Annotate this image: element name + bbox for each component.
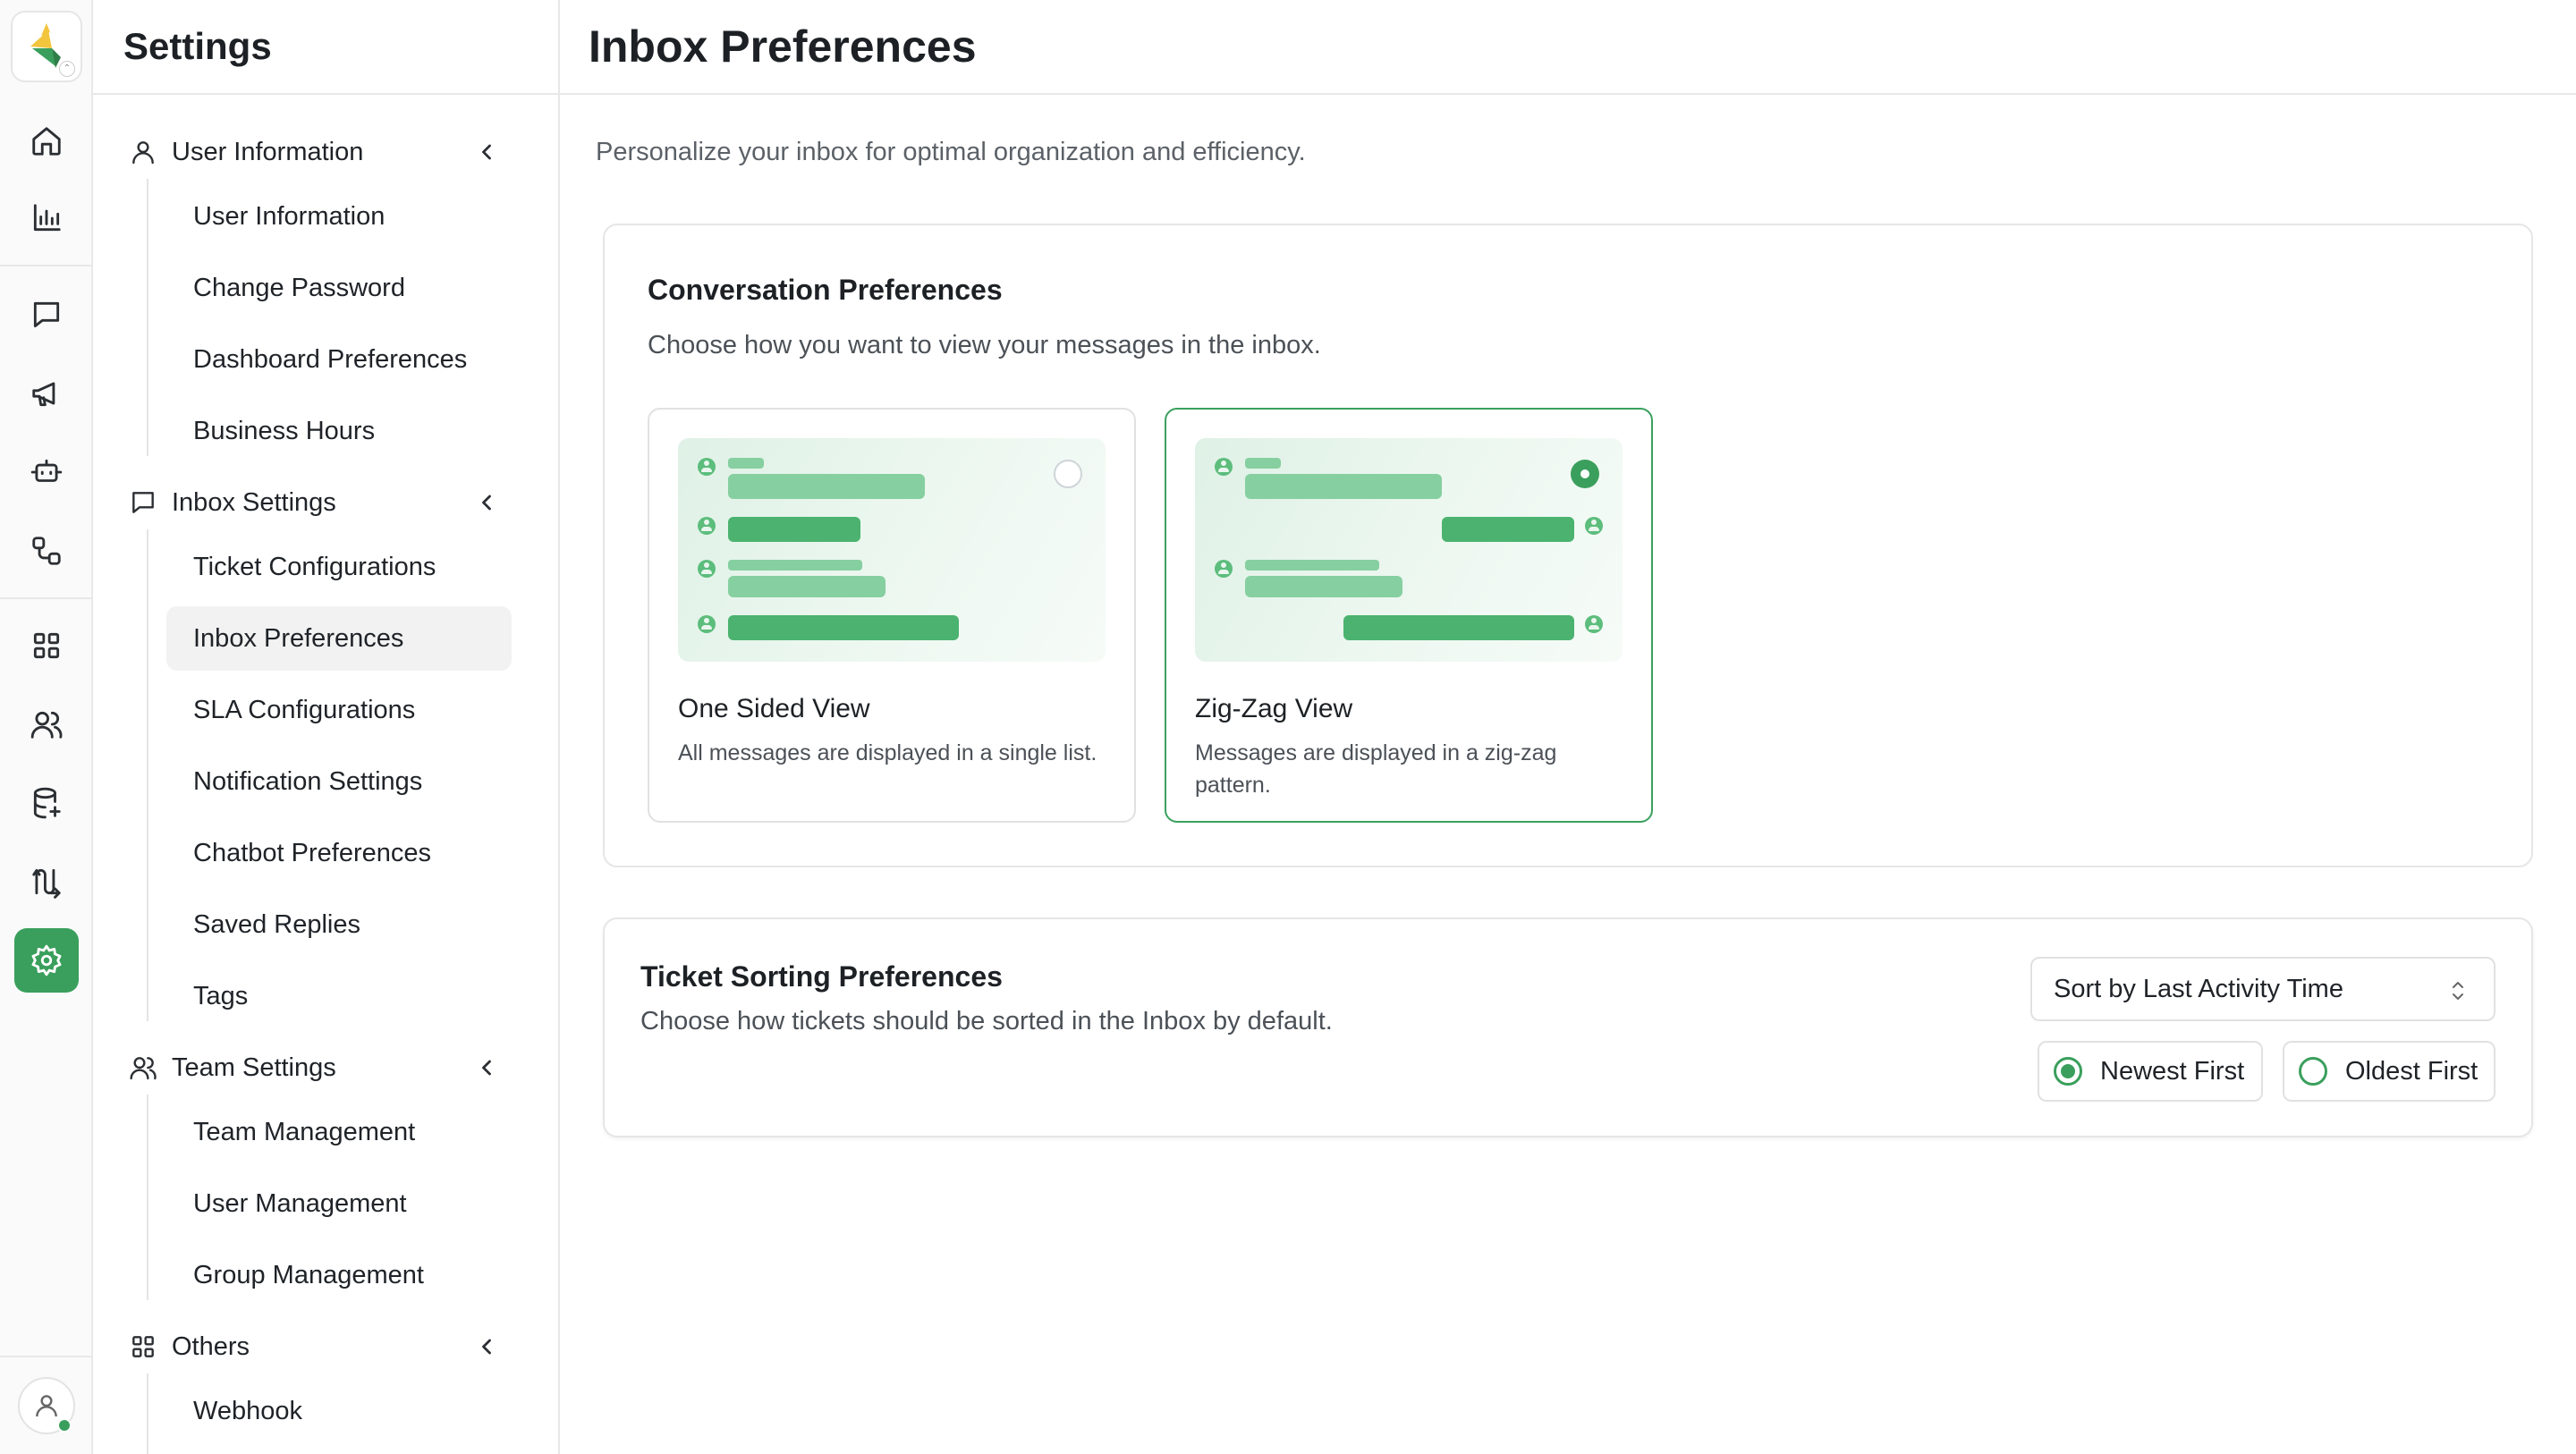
megaphone-icon bbox=[32, 382, 55, 407]
option-description: Messages are displayed in a zig-zag patt… bbox=[1195, 740, 1557, 798]
sidebar-group-label: Others bbox=[172, 1331, 250, 1361]
grid-icon bbox=[132, 1336, 154, 1357]
rail-home-button[interactable] bbox=[14, 109, 79, 173]
chevron-left-icon bbox=[482, 144, 491, 160]
radio-indicator-unchecked bbox=[2299, 1057, 2327, 1086]
sidebar-item-inbox-preferences[interactable]: Inbox Preferences bbox=[166, 606, 512, 671]
rail-campaigns-button[interactable] bbox=[14, 361, 79, 426]
sidebar-item-saved-replies[interactable]: Saved Replies bbox=[166, 892, 512, 957]
avatar-icon bbox=[1585, 517, 1603, 535]
option-title: One Sided View bbox=[678, 694, 870, 723]
main-content: Inbox Preferences Personalize your inbox… bbox=[560, 0, 2576, 1454]
avatar-icon bbox=[698, 615, 716, 633]
sidebar-item-group-management[interactable]: Group Management bbox=[166, 1243, 512, 1307]
sidebar-item-user-information[interactable]: User Information bbox=[166, 184, 512, 249]
sidebar-item-change-password[interactable]: Change Password bbox=[166, 256, 512, 320]
rail-routing-button[interactable] bbox=[14, 850, 79, 914]
avatar-icon bbox=[1585, 615, 1603, 633]
sidebar-item-chatbot-preferences[interactable]: Chatbot Preferences bbox=[166, 821, 512, 885]
user-icon bbox=[132, 141, 154, 165]
online-status-dot bbox=[57, 1418, 72, 1433]
rail-workflows-button[interactable] bbox=[14, 519, 79, 583]
avatar-icon bbox=[1215, 458, 1233, 476]
avatar-icon bbox=[1215, 560, 1233, 578]
conversation-preferences-card: Conversation Preferences Choose how you … bbox=[603, 224, 2533, 867]
workflow-icon bbox=[32, 537, 61, 565]
rail-settings-button[interactable] bbox=[14, 928, 79, 993]
rail-contacts-button[interactable] bbox=[14, 692, 79, 757]
users-icon bbox=[30, 711, 63, 739]
oldest-first-label: Oldest First bbox=[2345, 1056, 2479, 1086]
message-icon bbox=[33, 301, 60, 328]
newest-first-label: Newest First bbox=[2100, 1056, 2245, 1086]
conversation-preferences-title: Conversation Preferences bbox=[648, 274, 1003, 306]
users-icon bbox=[130, 1057, 157, 1080]
bar-chart-icon bbox=[33, 204, 61, 232]
zig-zag-radio[interactable] bbox=[1571, 460, 1599, 488]
page-subtitle: Personalize your inbox for optimal organ… bbox=[596, 138, 1306, 166]
sidebar-item-business-hours[interactable]: Business Hours bbox=[166, 399, 512, 463]
sidebar-item-webhook[interactable]: Webhook bbox=[166, 1379, 512, 1443]
page-title: Inbox Preferences bbox=[589, 21, 977, 72]
sidebar-item-sla-configurations[interactable]: SLA Configurations bbox=[166, 678, 512, 742]
sidebar-item-tags[interactable]: Tags bbox=[166, 964, 512, 1028]
sidebar-item-ticket-configurations[interactable]: Ticket Configurations bbox=[166, 535, 512, 599]
rail-bots-button[interactable] bbox=[14, 440, 79, 504]
one-sided-preview bbox=[678, 438, 1106, 662]
conversation-preferences-subtitle: Choose how you want to view your message… bbox=[648, 331, 1321, 359]
icon-rail: ⌃ bbox=[0, 0, 93, 1454]
sidebar-item-dashboard-preferences[interactable]: Dashboard Preferences bbox=[166, 327, 512, 392]
rail-data-button[interactable] bbox=[14, 771, 79, 835]
sidebar-group-label: User Information bbox=[172, 137, 364, 166]
option-description: All messages are displayed in a single l… bbox=[678, 740, 1097, 765]
ticket-sorting-subtitle: Choose how tickets should be sorted in t… bbox=[640, 1007, 1333, 1036]
avatar-icon bbox=[698, 517, 716, 535]
workspace-switch-icon: ⌃ bbox=[59, 61, 75, 77]
route-icon bbox=[32, 868, 61, 899]
user-icon bbox=[36, 1395, 57, 1417]
ticket-sorting-preferences-card: Ticket Sorting Preferences Choose how ti… bbox=[603, 917, 2533, 1137]
radio-indicator-checked bbox=[2054, 1057, 2082, 1086]
ticket-sorting-title: Ticket Sorting Preferences bbox=[640, 960, 1003, 993]
bot-icon bbox=[30, 459, 63, 482]
sidebar-title: Settings bbox=[123, 25, 272, 67]
sort-by-select[interactable]: Sort by Last Activity Time bbox=[2030, 957, 2496, 1021]
zig-zag-view-option[interactable]: Zig-Zag View Messages are displayed in a… bbox=[1165, 408, 1653, 823]
rail-analytics-button[interactable] bbox=[14, 186, 79, 250]
sort-by-select-value: Sort by Last Activity Time bbox=[2054, 974, 2343, 1003]
sidebar-item-notification-settings[interactable]: Notification Settings bbox=[166, 749, 512, 814]
one-sided-view-option[interactable]: One Sided View All messages are displaye… bbox=[648, 408, 1136, 823]
option-title: Zig-Zag View bbox=[1195, 694, 1353, 723]
settings-icon bbox=[31, 944, 62, 976]
sidebar-group-team-settings[interactable]: Team Settings bbox=[129, 1041, 522, 1095]
rail-inbox-button[interactable] bbox=[14, 283, 79, 347]
grid-icon bbox=[33, 632, 60, 659]
one-sided-radio[interactable] bbox=[1054, 460, 1082, 488]
sidebar-item-team-management[interactable]: Team Management bbox=[166, 1100, 512, 1164]
sidebar-group-label: Inbox Settings bbox=[172, 487, 336, 517]
chevron-up-down-icon bbox=[2453, 982, 2463, 1000]
rail-apps-button[interactable] bbox=[14, 613, 79, 678]
newest-first-radio-button[interactable]: Newest First bbox=[2038, 1041, 2263, 1102]
user-avatar-button[interactable] bbox=[18, 1377, 75, 1434]
sidebar-group-others[interactable]: Others bbox=[129, 1320, 522, 1374]
settings-sidebar: Settings User Information User Informati… bbox=[93, 0, 560, 1454]
home-icon bbox=[32, 127, 61, 156]
workspace-logo-button[interactable]: ⌃ bbox=[11, 11, 82, 82]
database-icon bbox=[33, 787, 61, 819]
chevron-left-icon bbox=[482, 1060, 491, 1076]
message-icon bbox=[132, 492, 154, 513]
oldest-first-radio-button[interactable]: Oldest First bbox=[2283, 1041, 2496, 1102]
chevron-left-icon bbox=[482, 495, 491, 511]
zig-zag-preview bbox=[1195, 438, 1623, 662]
avatar-icon bbox=[698, 458, 716, 476]
avatar-icon bbox=[698, 560, 716, 578]
sidebar-group-label: Team Settings bbox=[172, 1052, 336, 1082]
sidebar-group-inbox-settings[interactable]: Inbox Settings bbox=[129, 476, 522, 529]
sidebar-group-user-information[interactable]: User Information bbox=[129, 125, 522, 179]
sidebar-item-user-management[interactable]: User Management bbox=[166, 1171, 512, 1236]
chevron-left-icon bbox=[482, 1339, 491, 1355]
